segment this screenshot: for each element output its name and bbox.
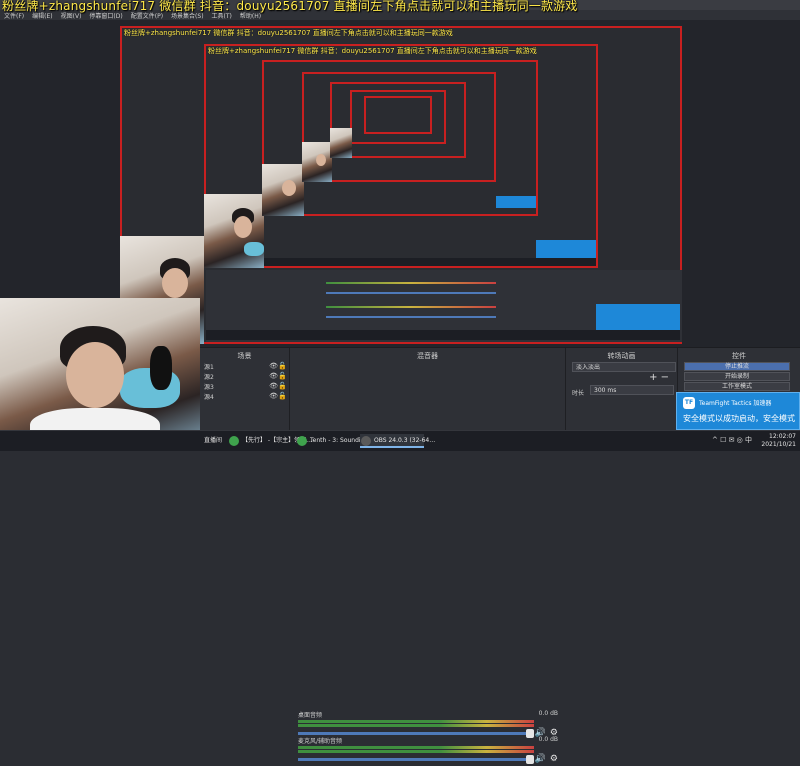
nested-popup-3 [496,196,536,208]
channel-name: 麦克风/辅助音频 [298,738,343,745]
face [66,342,124,408]
nested-meter-2 [326,306,496,308]
eye-icon[interactable]: 👁 [269,372,278,380]
lock-icon[interactable]: 🔓 [278,392,287,400]
nested-frame-7 [364,96,432,134]
microphone [150,346,172,390]
clock[interactable]: 12:02:07 2021/10/21 [761,433,796,449]
lock-icon[interactable]: 🔓 [278,362,287,370]
level-meter [298,746,534,749]
nested-webcam-5 [330,128,352,158]
transition-select[interactable]: 淡入淡出 [572,362,676,372]
streamer-webcam [0,298,200,450]
source-row[interactable]: 源4 👁 🔓 [204,392,288,401]
lock-icon[interactable]: 🔓 [278,382,287,390]
channel-name: 桌面音频 [298,712,323,719]
mixer-channel-mic: 麦克风/辅助音频 0.0 dB 🔊 ⚙ [294,736,562,766]
nested-taskbar-2 [264,258,596,266]
nested-webcam-4 [302,142,332,182]
nested-popup-2 [536,240,596,258]
popup-body: 安全模式以成功启动，安全模式 [683,414,795,423]
level-meter [298,750,534,753]
eye-icon[interactable]: 👁 [269,382,278,390]
speaker-icon[interactable]: 🔊 [535,754,546,764]
channel-db: 0.0 dB [538,736,558,743]
transitions-dock: 转场动画 淡入淡出 + − 时长 300 ms [566,348,678,431]
taskbar-item[interactable]: OBS 24.0.3 (32-64… [360,434,435,448]
source-name: 源3 [204,384,214,391]
gear-icon[interactable]: ⚙ [550,754,558,764]
eye-icon[interactable]: 👁 [269,392,278,400]
volume-slider[interactable] [298,758,534,761]
source-name: 源4 [204,394,214,401]
nested-frame-title: 粉丝牌+zhangshunfei717 微信群 抖音：douyu2561707 … [124,29,453,37]
notification-popup[interactable]: TF TeamFight Tactics 加速器 安全模式以成功启动，安全模式 [676,392,800,430]
popup-title: TeamFight Tactics 加速器 [699,400,772,407]
sources-dock: 源1 👁 🔓 源2 👁 🔓 源3 👁 🔓 源4 👁 🔓 [200,348,292,431]
clock-date: 2021/10/21 [761,441,796,448]
transitions-dock-title: 转场动画 [607,352,636,360]
duration-input[interactable]: 300 ms [590,385,674,395]
eye-icon[interactable]: 👁 [269,362,278,370]
clock-time: 12:02:07 [769,433,796,440]
channel-db: 0.0 dB [538,710,558,717]
nested-volume-2 [326,316,496,318]
stream-overlay-text: 粉丝牌+zhangshunfei717 微信群 抖音：douyu2561707 … [2,0,578,13]
level-meter [298,720,534,723]
duration-label: 时长 [572,390,585,397]
nested-frame-title-2: 粉丝牌+zhangshunfei717 微信群 抖音：douyu2561707 … [208,47,537,55]
controls-dock-title: 控件 [732,352,746,360]
source-row[interactable]: 源3 👁 🔓 [204,382,288,391]
volume-slider[interactable] [298,732,534,735]
taskbar-item[interactable]: Tenth - 3: Soundi… [296,434,367,448]
source-row[interactable]: 源2 👁 🔓 [204,372,288,381]
source-row[interactable]: 源1 👁 🔓 [204,362,288,371]
taskbar: 直播间 【先行】 -【宗主】领取… Tenth - 3: Soundi… OBS… [0,430,800,451]
stop-streaming-button[interactable]: 停止推流 [684,362,790,371]
nested-webcam-2 [204,194,264,268]
task-label: Tenth - 3: Soundi… [310,437,367,444]
nested-meter-1 [326,282,496,284]
level-meter [298,724,534,727]
mixer-dock: 混音器 [290,348,566,431]
taskbar-item[interactable]: 【先行】 -【宗主】领取… [228,434,312,448]
nested-popup-1 [596,304,680,330]
app-logo-icon: TF [683,397,695,409]
source-name: 源2 [204,374,214,381]
app-icon [297,436,307,446]
system-tray[interactable]: ^ ☐ ✉ ◎ 中 [712,435,752,445]
studio-mode-button[interactable]: 工作室模式 [684,382,790,391]
lock-icon[interactable]: 🔓 [278,372,287,380]
mixer-dock-title: 混音器 [417,352,438,360]
nested-taskbar-1 [206,330,680,340]
source-name: 源1 [204,364,214,371]
volume-knob[interactable] [526,755,534,764]
nested-webcam-3 [262,164,304,216]
add-remove-transition[interactable]: + − [649,372,669,383]
taskbar-item[interactable]: 直播间 [200,434,226,448]
nested-volume-1 [326,292,496,294]
task-label: 直播间 [204,437,223,444]
app-icon [229,436,239,446]
task-label: OBS 24.0.3 (32-64… [374,437,436,444]
start-recording-button[interactable]: 开始录制 [684,372,790,381]
app-icon [361,436,371,446]
